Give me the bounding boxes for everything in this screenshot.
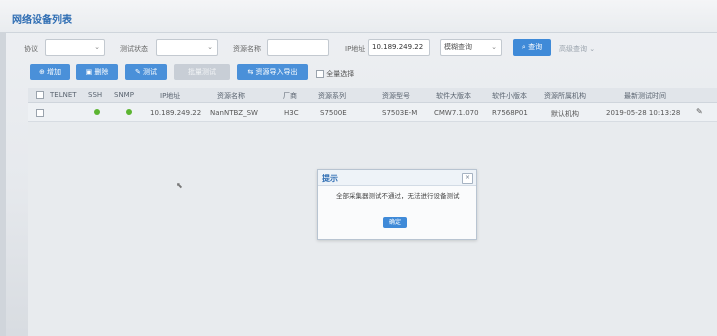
cell-last-test: 2019-05-28 10:13:28	[606, 109, 681, 117]
col-header: SNMP	[114, 91, 134, 99]
app-screen: 网络设备列表 协议 ⌄ 测试状态 ⌄ 资源名称 IP地址 10.189.249.…	[0, 0, 717, 336]
cell-ip: 10.189.249.22	[150, 109, 202, 117]
col-header: 资源名称	[217, 92, 245, 100]
chevron-down-icon: ⌄	[589, 45, 596, 53]
ip-label: IP地址	[345, 45, 366, 53]
batch-test-button[interactable]: 批量测试	[174, 64, 230, 80]
checkbox-icon	[316, 70, 324, 78]
col-header: SSH	[88, 91, 103, 99]
header-checkbox[interactable]	[36, 91, 44, 99]
test-status-select[interactable]: ⌄	[156, 39, 218, 56]
table-header: TELNET SSH SNMP IP地址 资源名称 厂商 资源系列 资源型号 软…	[28, 88, 717, 103]
chevron-down-icon: ⌄	[94, 43, 100, 51]
chevron-down-icon: ⌄	[207, 43, 213, 51]
mouse-cursor-icon: ⬉	[176, 181, 183, 190]
cell-org: 默认机构	[551, 110, 579, 118]
col-header: 最新测试时间	[624, 92, 666, 100]
cell-series: S7500E	[320, 109, 347, 117]
dialog-message: 全部采集器测试不通过，无法进行设备测试	[336, 192, 460, 200]
test-status-label: 测试状态	[120, 45, 148, 53]
plus-icon: ⊕	[38, 68, 45, 76]
ok-button[interactable]: 确定	[383, 217, 407, 228]
cell-name: NanNTBZ_SW	[210, 109, 258, 117]
cell-sw-major: CMW7.1.070	[434, 109, 479, 117]
protocol-label: 协议	[24, 45, 38, 53]
ip-input[interactable]: 10.189.249.22	[368, 39, 430, 56]
dialog-title: 提示	[322, 174, 338, 183]
query-button[interactable]: ⌕ 查询	[513, 39, 551, 56]
edit-icon[interactable]: ✎	[696, 107, 703, 116]
col-header: 软件大版本	[436, 92, 471, 100]
add-button[interactable]: ⊕ 增加	[30, 64, 70, 80]
pencil-icon: ✎	[134, 68, 141, 76]
filter-bar: 协议 ⌄ 测试状态 ⌄ 资源名称 IP地址 10.189.249.22 模糊查询…	[0, 38, 717, 60]
col-header: 厂商	[283, 92, 297, 100]
cell-sw-minor: R7568P01	[492, 109, 528, 117]
dialog-header: 提示 ×	[318, 170, 476, 186]
row-checkbox[interactable]	[36, 109, 44, 117]
import-export-button[interactable]: ⇆ 资源导入导出	[237, 64, 308, 80]
table-row[interactable]: 10.189.249.22 NanNTBZ_SW H3C S7500E S750…	[28, 103, 717, 122]
advanced-query-link[interactable]: 高级查询 ⌄	[559, 44, 595, 54]
test-button[interactable]: ✎ 测试	[125, 64, 167, 80]
col-header: 资源所属机构	[544, 92, 586, 100]
toolbar: ⊕ 增加 ▣ 删除 ✎ 测试 批量测试 ⇆ 资源导入导出 全量选择	[0, 63, 717, 83]
match-mode-select[interactable]: 模糊查询 ⌄	[440, 39, 502, 56]
col-header: 资源型号	[382, 92, 410, 100]
col-header: 软件小版本	[492, 92, 527, 100]
snmp-status-icon	[126, 109, 132, 115]
col-header: TELNET	[50, 91, 77, 99]
cell-vendor: H3C	[284, 109, 299, 117]
resource-name-label: 资源名称	[233, 45, 261, 53]
alert-dialog: 提示 × 全部采集器测试不通过，无法进行设备测试 确定	[317, 169, 477, 240]
col-header: 资源系列	[318, 92, 346, 100]
col-header: IP地址	[160, 92, 181, 100]
delete-button[interactable]: ▣ 删除	[76, 64, 118, 80]
ssh-status-icon	[94, 109, 100, 115]
cell-model: S7503E-M	[382, 109, 418, 117]
resource-name-input[interactable]	[267, 39, 329, 56]
chevron-down-icon: ⌄	[491, 43, 497, 51]
title-bar: 网络设备列表	[0, 0, 717, 33]
protocol-select[interactable]: ⌄	[45, 39, 105, 56]
select-all-checkbox[interactable]: 全量选择	[316, 69, 354, 79]
close-icon[interactable]: ×	[462, 173, 473, 184]
trash-icon: ▣	[85, 68, 93, 76]
import-icon: ⇆	[247, 68, 254, 76]
search-icon: ⌕	[521, 43, 526, 51]
page-title: 网络设备列表	[12, 15, 72, 26]
